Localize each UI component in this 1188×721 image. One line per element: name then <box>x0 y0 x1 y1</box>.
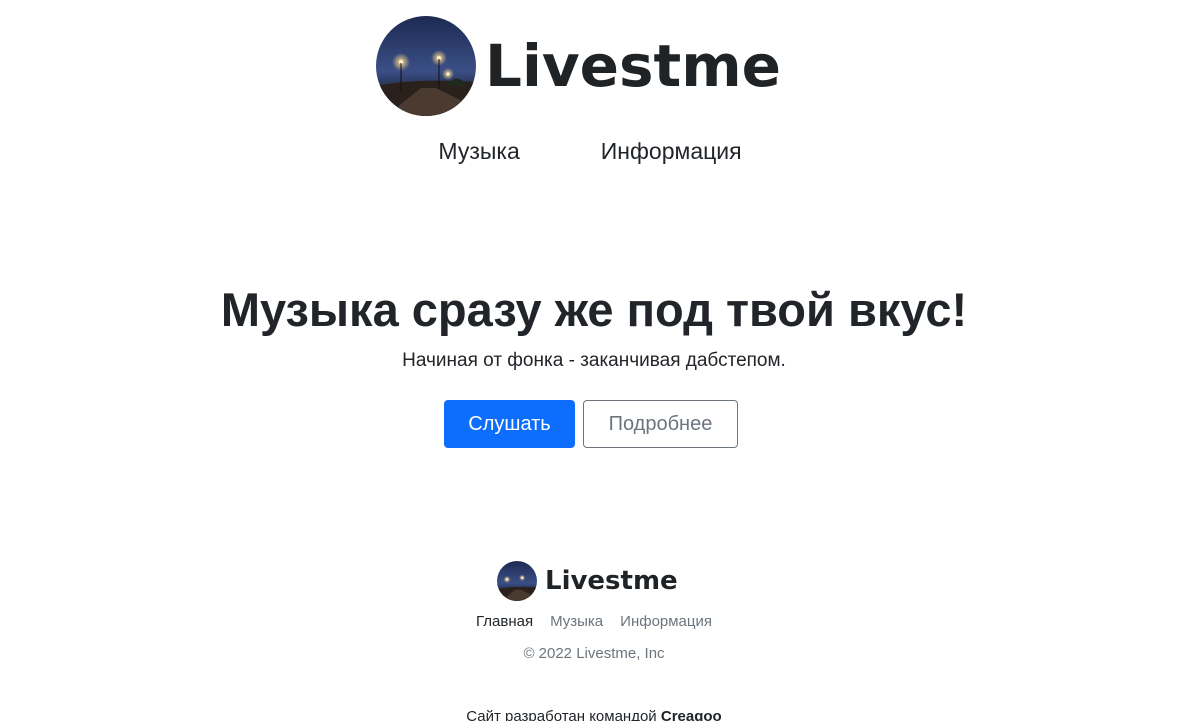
nav-link-info[interactable]: Информация <box>601 136 742 166</box>
credit-prefix: Сайт разработан командой <box>466 708 657 721</box>
hero-subtitle: Начиная от фонка - заканчивая дабстепом. <box>402 350 786 371</box>
footer-link-music[interactable]: Музыка <box>550 612 603 632</box>
brand-name: Livestme <box>485 32 782 100</box>
footer-brand[interactable]: Livestme <box>497 561 678 601</box>
hero-buttons: Слушать Подробнее <box>444 400 738 448</box>
credit-team[interactable]: Creagoo <box>661 708 722 721</box>
page: Livestme Музыка Информация Музыка сразу … <box>0 0 1188 721</box>
footer-brand-name: Livestme <box>545 566 678 596</box>
more-button[interactable]: Подробнее <box>583 400 738 448</box>
credit-text: Сайт разработан командой Creagoo <box>0 708 1188 721</box>
listen-button[interactable]: Слушать <box>444 400 575 448</box>
header-brand[interactable]: Livestme <box>376 16 781 116</box>
main-nav: Музыка Информация <box>0 136 1188 166</box>
footer-nav: Главная Музыка Информация <box>0 612 1188 632</box>
footer-logo-icon <box>497 561 537 601</box>
brand-logo-icon <box>376 16 476 116</box>
nav-link-music[interactable]: Музыка <box>438 136 519 166</box>
footer-link-home[interactable]: Главная <box>476 612 533 632</box>
hero-title: Музыка сразу же под твой вкус! <box>220 283 968 336</box>
copyright-text: © 2022 Livestme, Inc <box>523 645 665 662</box>
footer-link-info[interactable]: Информация <box>620 612 712 632</box>
